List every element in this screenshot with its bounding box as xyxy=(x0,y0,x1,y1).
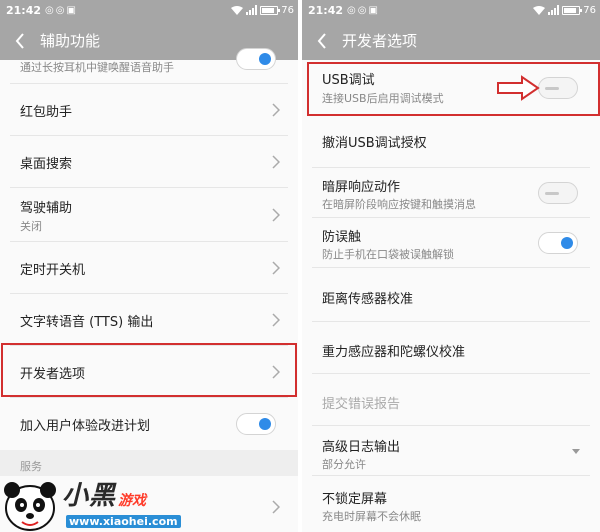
status-time: 21:42 xyxy=(308,3,344,17)
list-item-label: 暗屏响应动作 xyxy=(322,180,401,195)
list-item[interactable]: 桌面搜索 xyxy=(0,136,298,188)
list-item-label: 撤消USB调试授权 xyxy=(322,136,427,151)
arrow-right-icon xyxy=(497,75,540,101)
list-item-sub: 部分允许 xyxy=(322,458,366,471)
left-screen: 21:42 ◎ ◎ ▣ 76 辅助功能 通过长按耳机中键唤醒语音助手 红包助手 xyxy=(0,0,298,532)
toggle-switch[interactable] xyxy=(236,48,276,70)
list-item[interactable]: 距离传感器校准 xyxy=(302,268,600,322)
toggle-switch[interactable] xyxy=(538,232,578,254)
notification-icon: ◎ xyxy=(357,4,367,16)
battery-icon xyxy=(562,5,583,15)
chevron-right-icon xyxy=(272,261,280,275)
list-item[interactable]: 重力感应器和陀螺仪校准 xyxy=(302,322,600,374)
chevron-right-icon xyxy=(272,103,280,117)
list-item[interactable]: 加入用户体验改进计划 xyxy=(0,398,298,450)
list-item-label: 加入用户体验改进计划 xyxy=(20,419,151,434)
list-item[interactable]: 高级日志输出 部分允许 xyxy=(302,426,600,476)
status-bar: 21:42 ◎ ◎ ▣ 76 xyxy=(0,0,298,20)
list-item-sub: 在暗屏阶段响应按键和触摸消息 xyxy=(322,198,476,211)
chevron-right-icon xyxy=(272,500,280,514)
chevron-right-icon xyxy=(272,155,280,169)
right-screen: 21:42 ◎ ◎ ▣ 76 开发者选项 USB调试 连接USB后启用调试模式 … xyxy=(302,0,600,532)
list-item-label: 重力感应器和陀螺仪校准 xyxy=(322,345,466,360)
list-item[interactable]: 定时开关机 xyxy=(0,242,298,294)
status-time: 21:42 xyxy=(6,3,42,17)
watermark-url: www.xiaohei.com xyxy=(66,515,181,528)
list-item-sub: 关闭 xyxy=(20,220,42,233)
dropdown-triangle-icon xyxy=(572,449,580,454)
chevron-right-icon xyxy=(272,313,280,327)
wifi-icon xyxy=(533,5,546,15)
list-item-sub: 连接USB后启用调试模式 xyxy=(322,92,444,105)
panda-mascot-icon xyxy=(4,482,56,531)
chevron-right-icon xyxy=(272,365,280,379)
list-item-label: 防误触 xyxy=(322,230,362,245)
status-bar: 21:42 ◎ ◎ ▣ 76 xyxy=(302,0,600,20)
watermark-game: 游戏 xyxy=(118,493,146,509)
list-item-label: 提交错误报告 xyxy=(322,397,401,412)
title-bar: 开发者选项 xyxy=(302,20,600,60)
list-item-sub: 充电时屏幕不会休眠 xyxy=(322,510,421,523)
list-item: 提交错误报告 xyxy=(302,374,600,426)
signal-icon xyxy=(246,5,258,15)
list-item-label: USB调试 xyxy=(322,73,375,88)
notification-icon: ◎ xyxy=(347,4,356,16)
signal-icon xyxy=(548,5,560,15)
toggle-switch[interactable] xyxy=(236,413,276,435)
toggle-switch[interactable] xyxy=(538,182,578,204)
list-item[interactable]: 暗屏响应动作 在暗屏阶段响应按键和触摸消息 xyxy=(302,168,600,218)
list-item-label: 驾驶辅助 xyxy=(20,201,73,216)
list-item[interactable]: 防误触 防止手机在口袋被误触解锁 xyxy=(302,218,600,268)
list-item-label: 不锁定屏幕 xyxy=(322,492,388,507)
list-item-label: 定时开关机 xyxy=(20,263,86,278)
watermark-brand: 小黑 xyxy=(62,481,117,511)
list-item-label: 开发者选项 xyxy=(20,367,86,382)
list-item-usb-debugging[interactable]: USB调试 连接USB后启用调试模式 xyxy=(302,60,600,116)
notification-icon: ◎ xyxy=(45,4,54,16)
list-item-label: 红包助手 xyxy=(20,105,73,120)
list-item-developer-options[interactable]: 开发者选项 xyxy=(0,346,298,398)
notification-icon: ◎ xyxy=(55,4,65,16)
battery-icon xyxy=(260,5,281,15)
list-item[interactable]: 驾驶辅助 关闭 xyxy=(0,188,298,242)
list-item-label: 高级日志输出 xyxy=(322,440,401,455)
list-item-label: 文字转语音 (TTS) 输出 xyxy=(20,315,154,330)
back-arrow-icon[interactable] xyxy=(0,30,40,51)
page-title: 开发者选项 xyxy=(342,31,418,50)
list-item[interactable]: 不锁定屏幕 充电时屏幕不会休眠 xyxy=(302,476,600,532)
list-item-sub: 防止手机在口袋被误触解锁 xyxy=(322,248,454,261)
battery-level: 76 xyxy=(583,4,596,16)
image-icon: ▣ xyxy=(66,4,76,16)
wifi-icon xyxy=(231,5,244,15)
list-item[interactable]: 通过长按耳机中键唤醒语音助手 xyxy=(0,48,298,84)
image-icon: ▣ xyxy=(368,4,378,16)
battery-level: 76 xyxy=(281,4,294,16)
chevron-right-icon xyxy=(272,208,280,222)
toggle-switch[interactable] xyxy=(538,77,578,99)
list-item-label: 距离传感器校准 xyxy=(322,292,414,307)
list-item-sub: 通过长按耳机中键唤醒语音助手 xyxy=(20,61,174,74)
page-title: 辅助功能 xyxy=(40,31,101,50)
list-item[interactable]: 撤消USB调试授权 xyxy=(302,116,600,168)
watermark-logo: 小黑 游戏 www.xiaohei.com xyxy=(0,472,200,532)
list-item[interactable]: 文字转语音 (TTS) 输出 xyxy=(0,294,298,346)
list-item-label: 桌面搜索 xyxy=(20,157,73,172)
back-arrow-icon[interactable] xyxy=(302,30,342,51)
list-item[interactable]: 红包助手 xyxy=(0,84,298,136)
